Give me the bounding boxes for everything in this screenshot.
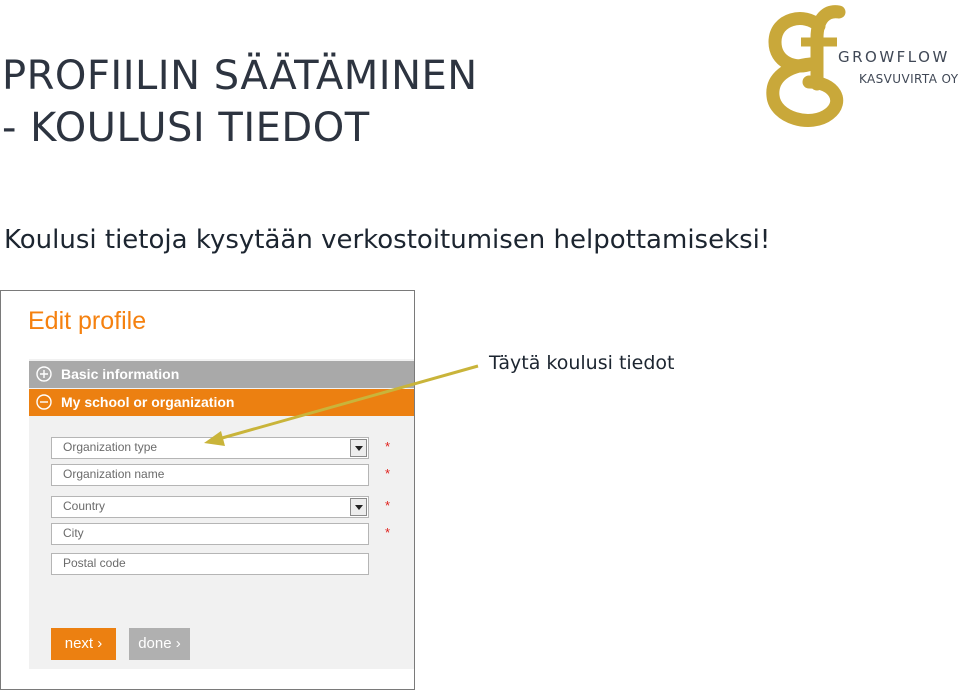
slide-title-line2: - KOULUSI TIEDOT [2, 105, 370, 151]
edit-profile-heading: Edit profile [28, 307, 147, 335]
field-label: Postal code [63, 556, 126, 570]
edit-profile-screenshot: Edit profile Basic information My school… [0, 290, 415, 690]
required-marker: * [385, 525, 391, 540]
slide-title: PROFIILIN SÄÄTÄMINEN - KOULUSI TIEDOT [2, 50, 478, 154]
section-my-school[interactable]: My school or organization [29, 389, 414, 416]
required-marker: * [385, 498, 391, 513]
logo-wordmark: GROWFLOW [838, 48, 950, 66]
minus-circle-icon [36, 394, 52, 410]
done-button[interactable]: done › [129, 628, 190, 660]
section-basic-information[interactable]: Basic information [29, 361, 414, 388]
callout-text: Täytä koulusi tiedot [489, 352, 675, 374]
next-button[interactable]: next › [51, 628, 116, 660]
field-label: Country [63, 499, 106, 513]
dropdown-arrow-icon[interactable] [350, 439, 367, 457]
city-input[interactable]: City [51, 523, 369, 545]
dropdown-arrow-icon[interactable] [350, 498, 367, 516]
organization-type-select[interactable]: Organization type [51, 437, 369, 459]
slide-title-line1: PROFIILIN SÄÄTÄMINEN [2, 53, 478, 99]
field-label: City [63, 526, 84, 540]
country-select[interactable]: Country [51, 496, 369, 518]
logo-subtitle: KASVUVIRTA OY [859, 72, 959, 86]
postal-code-input[interactable]: Postal code [51, 553, 369, 575]
required-marker: * [385, 439, 391, 454]
field-label: Organization type [63, 440, 158, 454]
section-label: My school or organization [61, 394, 235, 410]
slide-subtitle: Koulusi tietoja kysytään verkostoitumise… [4, 225, 771, 255]
growflow-logo-icon [766, 5, 846, 127]
section-label: Basic information [61, 366, 180, 382]
required-marker: * [385, 466, 391, 481]
plus-circle-icon [36, 366, 52, 382]
organization-name-input[interactable]: Organization name [51, 464, 369, 486]
field-label: Organization name [63, 467, 165, 481]
